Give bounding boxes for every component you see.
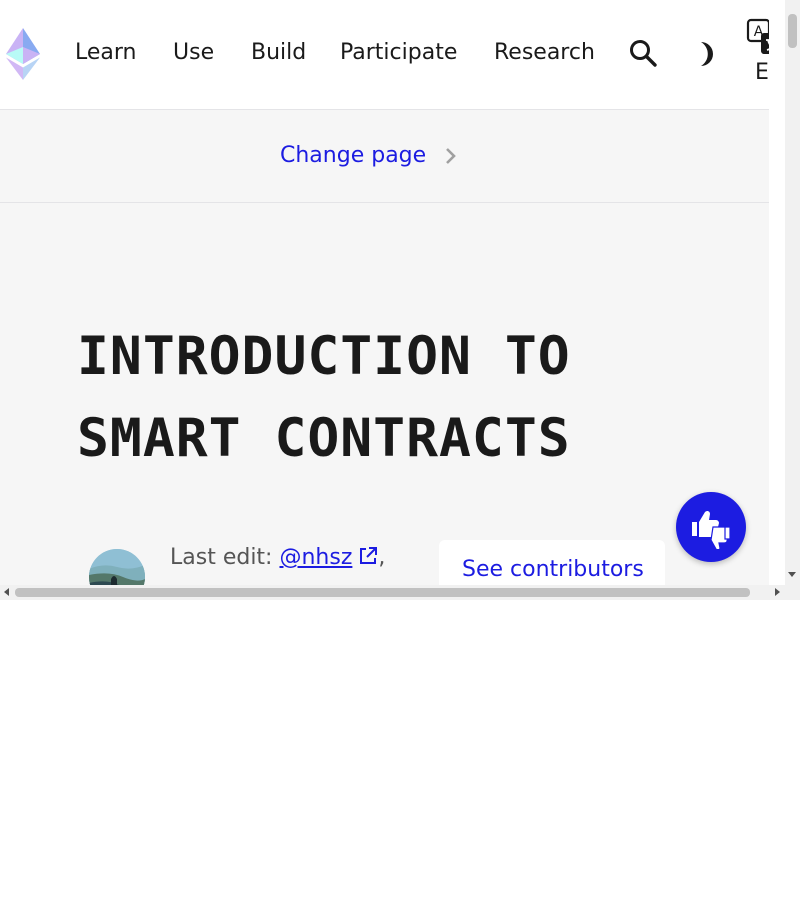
see-contributors-label: See contributors xyxy=(462,557,644,582)
avatar-photo xyxy=(89,549,145,585)
avatar xyxy=(89,549,145,585)
nav-item-use[interactable]: Use xyxy=(173,38,214,68)
browser-viewport: Learn Use Build Participate Research A E… xyxy=(0,0,800,600)
hero-section: INTRODUCTION TO SMART CONTRACTS Last edi… xyxy=(0,203,769,585)
nav-item-participate[interactable]: Participate xyxy=(340,38,457,68)
vertical-scrollbar[interactable] xyxy=(785,0,800,585)
scroll-down-arrow-icon[interactable] xyxy=(788,572,796,577)
feedback-button[interactable] xyxy=(676,492,746,562)
scroll-right-arrow-icon[interactable] xyxy=(775,588,780,596)
language-button[interactable]: A EN xyxy=(745,18,769,90)
translate-icon: A xyxy=(746,18,769,54)
theme-toggle-button[interactable] xyxy=(690,39,720,69)
editor-separator: , xyxy=(378,545,386,570)
last-edit-prefix: Last edit: xyxy=(170,545,273,570)
scroll-left-arrow-icon[interactable] xyxy=(4,588,9,596)
nav-item-learn[interactable]: Learn xyxy=(75,38,137,68)
vertical-scrollbar-thumb[interactable] xyxy=(788,14,797,48)
change-page-bar: Change page xyxy=(0,110,769,203)
page: Learn Use Build Participate Research A E… xyxy=(0,0,769,585)
see-contributors-button[interactable]: See contributors xyxy=(439,540,665,585)
editor-link[interactable]: @nhsz xyxy=(279,545,352,570)
chevron-right-icon[interactable] xyxy=(441,145,461,167)
page-title: INTRODUCTION TO SMART CONTRACTS xyxy=(77,326,571,469)
search-icon xyxy=(630,40,657,67)
external-link-icon[interactable] xyxy=(358,546,378,566)
top-navigation: Learn Use Build Participate Research A E xyxy=(0,0,769,110)
search-button[interactable] xyxy=(628,38,660,70)
thumbs-up-down-icon xyxy=(692,510,731,549)
ethereum-logo-icon[interactable] xyxy=(6,28,40,80)
language-label: EN xyxy=(755,60,769,85)
nav-item-research[interactable]: Research xyxy=(494,38,595,68)
nav-item-build[interactable]: Build xyxy=(251,38,306,68)
horizontal-scrollbar-thumb[interactable] xyxy=(15,588,750,597)
dark-mode-icon xyxy=(701,42,713,66)
horizontal-scrollbar[interactable] xyxy=(0,585,800,600)
change-page-button[interactable]: Change page xyxy=(280,141,426,171)
last-edit-info: Last edit: @nhsz , xyxy=(170,542,385,574)
